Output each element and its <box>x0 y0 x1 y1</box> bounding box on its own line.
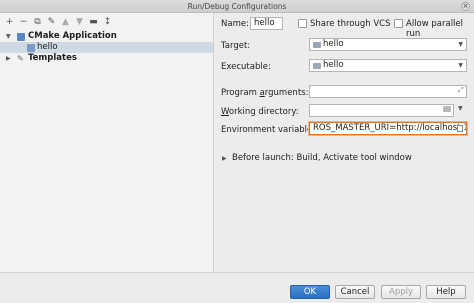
help-button[interactable]: Help <box>426 285 466 299</box>
tree-item-label: hello <box>37 42 58 52</box>
cancel-button[interactable]: Cancel <box>335 285 375 299</box>
share-vcs-label: Share through VCS <box>310 19 391 29</box>
executable-icon <box>313 63 321 69</box>
executable-select[interactable]: hello ▼ <box>309 59 467 72</box>
tree-item-label: CMake Application <box>28 31 117 41</box>
before-launch-label[interactable]: Before launch: Build, Activate tool wind… <box>232 153 412 163</box>
apply-button[interactable]: Apply <box>381 285 421 299</box>
program-arguments-label: Program arguments: <box>221 88 309 98</box>
button-bar: OK Cancel Apply Help <box>0 272 474 303</box>
allow-parallel-label: Allow parallel run <box>406 19 464 39</box>
title-bar: Run/Debug Configurations × <box>0 0 474 13</box>
chevron-down-icon: ▼ <box>458 62 463 69</box>
environment-variables-input[interactable]: ROS_MASTER_URI=http://localhost:113 <box>309 122 467 135</box>
tree-item-hello[interactable]: hello <box>0 42 213 53</box>
config-tree-panel: + − ⧉ ✎ ▲ ▼ ▬ ↕ ▼ CMake Application hell… <box>0 13 214 272</box>
program-arguments-input[interactable] <box>309 85 467 98</box>
name-input[interactable]: hello <box>250 17 283 30</box>
tree-item-cmake-application[interactable]: ▼ CMake Application <box>0 31 213 42</box>
allow-parallel-checkbox[interactable] <box>394 19 403 28</box>
working-directory-input[interactable] <box>309 104 454 117</box>
close-icon[interactable]: × <box>461 2 470 11</box>
cmake-config-icon <box>27 43 35 52</box>
cmake-icon <box>17 32 25 41</box>
folder-icon[interactable] <box>443 106 451 112</box>
chevron-down-icon[interactable]: ▼ <box>6 31 11 42</box>
working-directory-label: Working directory: <box>221 107 299 117</box>
move-up-icon[interactable]: ▲ <box>60 16 71 28</box>
folder-icon[interactable]: ▬ <box>88 16 99 28</box>
target-icon <box>313 42 321 48</box>
target-value: hello <box>323 39 344 49</box>
tree-item-templates[interactable]: ▶ ✎ Templates <box>0 53 213 64</box>
executable-label: Executable: <box>221 62 271 72</box>
move-down-icon[interactable]: ▼ <box>74 16 85 28</box>
config-tree: ▼ CMake Application hello ▶ ✎ Templates <box>0 31 213 64</box>
tree-item-label: Templates <box>28 53 77 63</box>
chevron-down-icon[interactable]: ▼ <box>458 105 463 112</box>
share-vcs-checkbox[interactable] <box>298 19 307 28</box>
executable-value: hello <box>323 60 344 70</box>
name-label: Name: <box>221 19 249 29</box>
target-label: Target: <box>221 41 251 51</box>
environment-variables-value: ROS_MASTER_URI=http://localhost:113 <box>313 123 467 133</box>
ok-button[interactable]: OK <box>290 285 330 299</box>
window-title: Run/Debug Configurations <box>187 2 287 11</box>
chevron-right-icon[interactable]: ▶ <box>222 155 227 162</box>
sort-icon[interactable]: ↕ <box>102 16 113 28</box>
edit-env-icon[interactable] <box>457 125 463 132</box>
chevron-down-icon: ▼ <box>458 41 463 48</box>
remove-icon[interactable]: − <box>18 16 29 28</box>
copy-icon[interactable]: ⧉ <box>32 16 43 28</box>
wrench-icon: ✎ <box>17 53 24 63</box>
chevron-right-icon[interactable]: ▶ <box>6 53 11 64</box>
environment-variables-label: Environment variables: <box>221 125 320 135</box>
tree-toolbar: + − ⧉ ✎ ▲ ▼ ▬ ↕ <box>4 15 113 29</box>
expand-icon[interactable]: ⤢ <box>458 86 464 95</box>
wrench-icon[interactable]: ✎ <box>46 16 57 28</box>
add-icon[interactable]: + <box>4 16 15 28</box>
target-select[interactable]: hello ▼ <box>309 38 467 51</box>
